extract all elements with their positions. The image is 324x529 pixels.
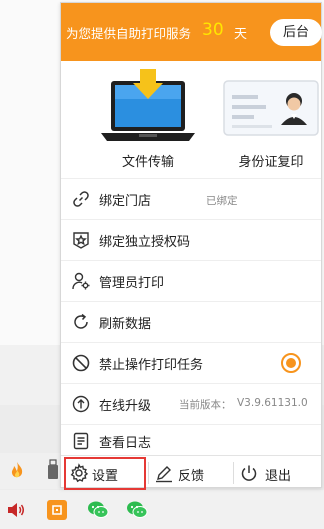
power-icon [239, 463, 259, 483]
settings-highlight-box [64, 457, 146, 490]
forbid-print-toggle[interactable] [281, 353, 301, 373]
service-description: 为您提供自助打印服务 [66, 26, 192, 41]
backend-button[interactable]: 后台 [270, 19, 322, 46]
id-card-copy-button[interactable]: 身份证复印 [216, 67, 324, 175]
admin-print-label: 管理员打印 [99, 276, 165, 291]
flame-app-icon[interactable] [7, 461, 27, 481]
forbid-print-label: 禁止操作打印任务 [99, 358, 204, 373]
view-logs-label: 查看日志 [99, 436, 152, 451]
file-transfer-label: 文件传输 [121, 155, 174, 170]
bind-store-status: 已绑定 [206, 195, 238, 207]
bind-store-label: 绑定门店 [99, 194, 152, 209]
print-service-popup: 为您提供自助打印服务 30 天 后台 文件传输 身份证复印 绑定门店 已绑定 绑… [60, 2, 324, 490]
printer-app-icon[interactable] [47, 500, 67, 520]
popup-footer: 设置 反馈 退出 [61, 455, 321, 490]
exit-label: 退出 [265, 469, 292, 484]
settings-button[interactable]: 设置 [61, 456, 147, 490]
id-card-icon [216, 67, 324, 147]
bind-license-label: 绑定独立授权码 [99, 235, 191, 250]
menu-bind-license[interactable]: 绑定独立授权码 [61, 220, 321, 260]
file-transfer-button[interactable]: 文件传输 [93, 67, 203, 175]
menu-admin-print[interactable]: 管理员打印 [61, 261, 321, 301]
remaining-days-value: 30 [202, 20, 224, 40]
wechat-icon[interactable] [126, 500, 148, 520]
speaker-icon[interactable] [6, 500, 26, 520]
prohibit-icon [71, 353, 91, 373]
online-upgrade-label: 在线升级 [99, 399, 152, 414]
upgrade-icon [71, 394, 91, 414]
refresh-data-label: 刷新数据 [99, 317, 152, 332]
pencil-icon [154, 463, 174, 483]
menu-refresh-data[interactable]: 刷新数据 [61, 302, 321, 342]
link-icon [71, 189, 91, 209]
laptop-upload-icon [93, 67, 203, 147]
star-badge-icon [71, 230, 91, 250]
wechat-icon[interactable] [87, 500, 109, 520]
menu-forbid-print-tasks[interactable]: 禁止操作打印任务 [61, 343, 321, 383]
refresh-icon [71, 312, 91, 332]
version-label: 当前版本： [179, 399, 232, 411]
menu-online-upgrade[interactable]: 在线升级 当前版本： V3.9.61131.0 [61, 384, 321, 424]
feedback-label: 反馈 [178, 469, 205, 484]
usb-icon[interactable] [46, 459, 60, 481]
remaining-days-unit: 天 [234, 27, 248, 42]
user-gear-icon [71, 271, 91, 291]
id-card-copy-label: 身份证复印 [238, 155, 304, 170]
exit-button[interactable]: 退出 [234, 456, 321, 490]
popup-header: 为您提供自助打印服务 30 天 后台 [61, 3, 322, 61]
version-value: V3.9.61131.0 [237, 397, 308, 409]
menu-bind-store[interactable]: 绑定门店 已绑定 [61, 179, 321, 219]
feedback-button[interactable]: 反馈 [149, 456, 233, 490]
log-icon [71, 431, 91, 451]
